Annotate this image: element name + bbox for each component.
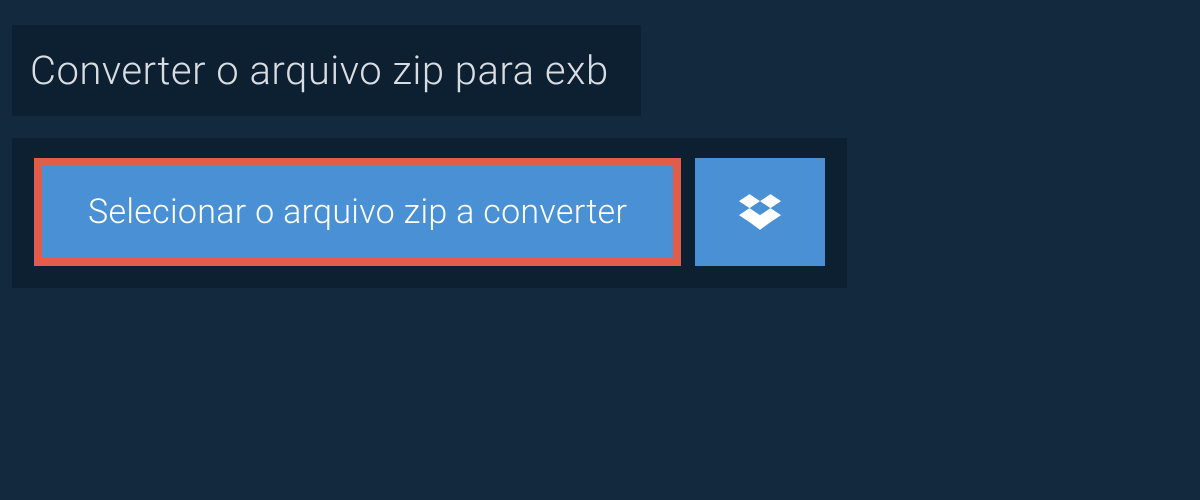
page-title: Converter o arquivo zip para exb <box>30 47 609 94</box>
title-panel: Converter o arquivo zip para exb <box>12 25 641 116</box>
page-container: Converter o arquivo zip para exb Selecio… <box>0 0 1200 288</box>
action-panel: Selecionar o arquivo zip a converter <box>12 138 847 288</box>
dropbox-button[interactable] <box>695 158 825 266</box>
dropbox-icon <box>739 193 781 231</box>
select-file-button[interactable]: Selecionar o arquivo zip a converter <box>34 158 681 266</box>
